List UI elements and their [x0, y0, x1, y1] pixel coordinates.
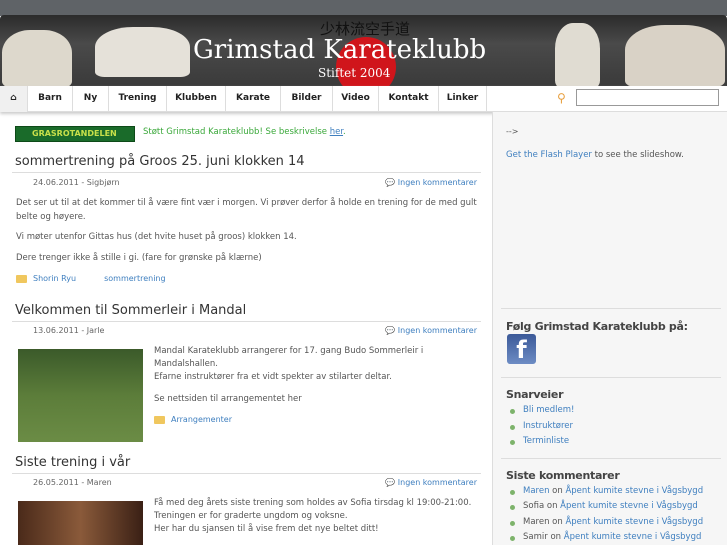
- top-bar: [0, 0, 727, 16]
- post-paragraph: Det ser ut til at det kommer til å være …: [16, 198, 477, 222]
- nav-kontakt[interactable]: Kontakt: [379, 86, 439, 112]
- karate-jump-photo: [95, 27, 190, 77]
- facebook-icon[interactable]: f: [507, 334, 536, 364]
- post-title[interactable]: Siste trening i vår: [15, 455, 130, 470]
- nav-ny[interactable]: Ny: [73, 86, 109, 112]
- comment-icon: 💬: [385, 478, 398, 487]
- post-meta: 26.05.2011 - Maren: [33, 478, 112, 487]
- comment-post-link[interactable]: Åpent kumite stevne i Vågsbygd: [565, 486, 703, 496]
- main-content: GRASROTANDELEN Støtt Grimstad Karateklub…: [0, 112, 492, 545]
- search-icon[interactable]: ⚲: [557, 91, 566, 105]
- comment-icon: 💬: [385, 178, 398, 187]
- site-title[interactable]: Grimstad Karateklubb: [193, 35, 486, 65]
- divider: [12, 172, 481, 173]
- comments-link[interactable]: 💬 Ingen kommentarer: [385, 478, 477, 487]
- grasrot-end: .: [343, 127, 346, 137]
- comment-marker: -->: [506, 127, 519, 136]
- divider: [501, 458, 721, 459]
- nav-trening[interactable]: Trening: [109, 86, 167, 112]
- comment-post-link[interactable]: Åpent kumite stevne i Vågsbygd: [565, 517, 703, 527]
- flash-link[interactable]: Get the Flash Player: [506, 150, 592, 160]
- comment-author: Sofia: [523, 501, 545, 511]
- shortcut-link[interactable]: Instruktører: [509, 421, 573, 431]
- post-meta: 13.06.2011 - Jarle: [33, 326, 105, 335]
- grasrot-link[interactable]: her: [330, 127, 343, 137]
- flash-notice: Get the Flash Player to see the slidesho…: [506, 150, 684, 160]
- grasrot-logo[interactable]: GRASROTANDELEN: [15, 126, 135, 142]
- nav-bilder[interactable]: Bilder: [281, 86, 333, 112]
- nav-barn[interactable]: Barn: [28, 86, 73, 112]
- comment-author[interactable]: Maren: [523, 486, 549, 496]
- comments-label: Ingen kommentarer: [397, 178, 477, 187]
- recent-comments-title: Siste kommentarer: [506, 469, 620, 482]
- grasrot-text: Støtt Grimstad Karateklubb! Se beskrivel…: [143, 127, 346, 137]
- post-thumbnail[interactable]: [18, 501, 143, 545]
- search-input[interactable]: [576, 89, 719, 106]
- post-title[interactable]: sommertrening på Groos 25. juni klokken …: [15, 154, 305, 169]
- comment-post-link[interactable]: Åpent kumite stevne i Vågsbygd: [564, 532, 702, 542]
- divider: [501, 377, 721, 378]
- on-label: on: [550, 532, 562, 542]
- recent-comment: Sofia on Åpent kumite stevne i Vågsbygd: [510, 501, 698, 511]
- home-icon[interactable]: ⌂: [0, 86, 28, 112]
- post-line: Mandal Karateklubb arrangerer for 17. ga…: [154, 346, 424, 369]
- category-link[interactable]: Arrangementer: [171, 415, 232, 424]
- comment-icon: 💬: [385, 326, 398, 335]
- comment-author: Maren: [523, 517, 550, 527]
- comments-link[interactable]: 💬 Ingen kommentarer: [385, 326, 477, 335]
- post-line: Efarne instruktører fra et vidt spekter …: [154, 372, 392, 382]
- shortcut-link[interactable]: Bli medlem!: [509, 405, 574, 415]
- comments-label: Ingen kommentarer: [397, 326, 477, 335]
- nav-karate[interactable]: Karate: [226, 86, 281, 112]
- karate-fight-photo: [625, 25, 725, 87]
- divider: [501, 308, 721, 309]
- site-subtitle: Stiftet 2004: [318, 66, 391, 80]
- recent-comment: Maren on Åpent kumite stevne i Vågsbygd: [509, 486, 703, 496]
- comments-label: Ingen kommentarer: [397, 478, 477, 487]
- nav-linker[interactable]: Linker: [439, 86, 487, 112]
- karate-kids-photo: [2, 30, 72, 87]
- divider: [12, 473, 481, 474]
- post-category: Arrangementer: [154, 413, 232, 427]
- nav-klubben[interactable]: Klubben: [167, 86, 226, 112]
- post-text: Få med deg årets siste trening som holde…: [154, 497, 471, 536]
- header-banner[interactable]: 少林流空手道 Grimstad Karateklubb Stiftet 2004: [0, 15, 727, 87]
- post-meta: 24.06.2011 - Sigbjørn: [33, 178, 120, 187]
- on-label: on: [552, 486, 563, 496]
- post-line: Få med deg årets siste trening som holde…: [154, 498, 472, 508]
- sidebar: --> Get the Flash Player to see the slid…: [492, 112, 727, 545]
- divider: [12, 321, 481, 322]
- post-paragraph: Vi møter utenfor Gittas hus (det hvite h…: [16, 232, 297, 242]
- post-paragraph: Dere trenger ikke å stille i gi. (fare f…: [16, 253, 262, 263]
- folder-icon: [16, 274, 27, 283]
- follow-title: Følg Grimstad Karateklubb på:: [506, 320, 688, 333]
- post-line: Her har du sjansen til å vise frem det n…: [154, 524, 379, 534]
- tag-link[interactable]: sommertrening: [104, 274, 165, 283]
- comment-post-link[interactable]: Åpent kumite stevne i Vågsbygd: [560, 501, 698, 511]
- flash-text: to see the slideshow.: [591, 150, 684, 160]
- comments-link[interactable]: 💬 Ingen kommentarer: [385, 178, 477, 187]
- karate-stance-photo: [555, 23, 600, 87]
- folder-icon: [154, 415, 165, 424]
- category-link[interactable]: Shorin Ryu: [33, 274, 76, 283]
- shortcuts-title: Snarveier: [506, 388, 564, 401]
- on-label: on: [546, 501, 558, 511]
- post-line: Treningen er for graderte ungdom og voks…: [154, 511, 348, 521]
- shortcut-link[interactable]: Terminliste: [509, 436, 569, 446]
- on-label: on: [552, 517, 563, 527]
- event-link[interactable]: Se nettsiden til arrangementet her: [154, 392, 302, 406]
- post-category: Shorin Ryu sommertrening: [16, 272, 166, 286]
- post-text: Mandal Karateklubb arrangerer for 17. ga…: [154, 345, 454, 384]
- post-title[interactable]: Velkommen til Sommerleir i Mandal: [15, 303, 246, 318]
- comment-author: Samir: [523, 532, 548, 542]
- grasrot-desc: Støtt Grimstad Karateklubb! Se beskrivel…: [143, 127, 330, 137]
- recent-comment: Maren on Åpent kumite stevne i Vågsbygd: [509, 517, 703, 527]
- nav-video[interactable]: Video: [333, 86, 379, 112]
- recent-comment: Samir on Åpent kumite stevne i Vågsbygd: [509, 532, 702, 542]
- post-thumbnail[interactable]: [18, 349, 143, 442]
